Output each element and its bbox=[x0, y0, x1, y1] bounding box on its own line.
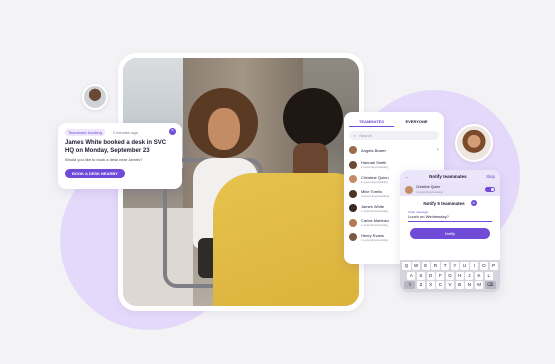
avatar-man bbox=[82, 84, 108, 110]
avatar-woman bbox=[455, 124, 493, 162]
key[interactable]: J bbox=[465, 271, 474, 280]
person-text: Henry Evans 1 upcoming booking bbox=[361, 233, 388, 242]
key[interactable]: K bbox=[474, 271, 484, 280]
key[interactable]: P bbox=[489, 262, 498, 270]
key[interactable]: Z bbox=[416, 281, 426, 289]
person-sub: 2 upcoming bookings bbox=[361, 194, 390, 199]
key[interactable]: S bbox=[416, 271, 426, 280]
notify-toggle[interactable] bbox=[485, 187, 495, 192]
notify-title: Notify teammates bbox=[429, 174, 467, 179]
key[interactable]: M bbox=[474, 281, 484, 289]
photo-yellow-shirt bbox=[213, 173, 359, 306]
shift-key-icon[interactable]: ⇧ bbox=[404, 281, 416, 289]
key[interactable]: T bbox=[441, 262, 450, 270]
avatar bbox=[349, 146, 357, 155]
person-text: Christine Quinn 1 upcoming booking bbox=[416, 185, 443, 194]
keyboard-row: A S D F G H J K L bbox=[402, 271, 498, 280]
key[interactable]: D bbox=[426, 271, 435, 280]
invite-message-field[interactable]: Invite message Lunch on Wednesday? bbox=[408, 210, 492, 222]
key[interactable]: E bbox=[421, 262, 430, 270]
booking-message: James White booked a desk in SVC HQ on M… bbox=[65, 140, 167, 154]
keyboard-row: ⇧ Z X C V B N M ⌫ bbox=[402, 281, 498, 289]
tab-teammates[interactable]: TEAMMATES bbox=[349, 117, 394, 127]
key[interactable]: H bbox=[455, 271, 464, 280]
hero-canvas: Teammate booking 2 minutes ago × James W… bbox=[0, 0, 555, 364]
person-sub: 1 upcoming booking bbox=[361, 179, 388, 184]
close-icon[interactable]: × bbox=[470, 200, 477, 206]
key[interactable]: Q bbox=[402, 262, 411, 270]
key[interactable]: R bbox=[431, 262, 440, 270]
person-text: Christine Quinn 1 upcoming booking bbox=[361, 175, 389, 184]
notify-count: Notify 5 teammates bbox=[423, 200, 465, 206]
booking-time: 2 minutes ago bbox=[112, 130, 138, 135]
person-sub: 1 upcoming booking bbox=[416, 190, 443, 194]
person-text: Angela Bower bbox=[361, 148, 386, 153]
teammate-booking-card: Teammate booking 2 minutes ago × James W… bbox=[58, 123, 182, 189]
search-placeholder: Search bbox=[359, 133, 372, 138]
booking-tags: Teammate booking 2 minutes ago bbox=[65, 129, 175, 136]
avatar bbox=[349, 189, 357, 198]
avatar bbox=[405, 185, 413, 194]
search-input[interactable]: ⌕ Search bbox=[349, 131, 439, 140]
key[interactable]: X bbox=[426, 281, 435, 289]
avatar bbox=[349, 233, 357, 242]
person-text: Mike Torello 2 upcoming bookings bbox=[361, 189, 389, 198]
key[interactable]: B bbox=[455, 281, 464, 289]
photo-hair-man bbox=[283, 88, 343, 148]
on-screen-keyboard: Q W E R T Y U I O P A S D F G H J K L ⇧ … bbox=[400, 260, 500, 292]
key[interactable]: W bbox=[412, 262, 421, 270]
person-sub: 1 upcoming booking bbox=[361, 223, 388, 228]
chevron-right-icon: › bbox=[437, 147, 439, 154]
person-sub: 1 upcoming booking bbox=[361, 165, 388, 170]
key[interactable]: I bbox=[470, 262, 479, 270]
booking-tag: Teammate booking bbox=[65, 129, 105, 136]
key[interactable]: C bbox=[436, 281, 445, 289]
skip-button[interactable]: Skip bbox=[486, 174, 495, 179]
keyboard-row: Q W E R T Y U I O P bbox=[402, 262, 498, 270]
team-tabs: TEAMMATES EVERYONE bbox=[349, 117, 439, 127]
avatar bbox=[349, 218, 357, 227]
key[interactable]: A bbox=[407, 271, 416, 280]
search-icon: ⌕ bbox=[354, 133, 357, 138]
avatar bbox=[349, 204, 357, 213]
notify-button[interactable]: Notify bbox=[410, 228, 490, 239]
notify-count-row: Notify 5 teammates × bbox=[400, 200, 500, 206]
person-text: James White 1 upcoming booking bbox=[361, 204, 388, 213]
key[interactable]: G bbox=[445, 271, 455, 280]
list-item[interactable]: Angela Bower › bbox=[349, 143, 439, 158]
notify-teammates-panel: ← Notify teammates Skip Christine Quinn … bbox=[400, 170, 500, 292]
person-text: Carlos Martinez 1 upcoming booking bbox=[361, 218, 389, 227]
book-desk-nearby-button[interactable]: BOOK A DESK NEARBY bbox=[65, 169, 125, 178]
person-text: Hannah Smith 1 upcoming booking bbox=[361, 160, 388, 169]
close-icon[interactable]: × bbox=[169, 128, 176, 135]
photo-person-man bbox=[213, 88, 359, 306]
selected-teammate-row[interactable]: Christine Quinn 1 upcoming booking bbox=[400, 183, 500, 196]
key[interactable]: V bbox=[445, 281, 455, 289]
key[interactable]: U bbox=[460, 262, 469, 270]
person-name: Angela Bower bbox=[361, 147, 386, 153]
person-sub: 1 upcoming booking bbox=[361, 237, 388, 242]
tab-everyone[interactable]: EVERYONE bbox=[394, 117, 439, 127]
back-arrow-icon[interactable]: ← bbox=[405, 174, 410, 179]
avatar bbox=[349, 160, 357, 169]
key[interactable]: L bbox=[484, 271, 493, 280]
key[interactable]: Y bbox=[450, 262, 459, 270]
invite-value: Lunch on Wednesday? bbox=[408, 214, 449, 219]
person-sub: 1 upcoming booking bbox=[361, 208, 388, 213]
key[interactable]: O bbox=[479, 262, 488, 270]
key[interactable]: F bbox=[436, 271, 445, 280]
booking-question: Would you like to book a desk near James… bbox=[65, 157, 143, 162]
key[interactable]: N bbox=[465, 281, 474, 289]
backspace-key-icon[interactable]: ⌫ bbox=[484, 281, 496, 289]
avatar bbox=[349, 175, 357, 184]
notify-header: ← Notify teammates Skip bbox=[400, 170, 500, 183]
